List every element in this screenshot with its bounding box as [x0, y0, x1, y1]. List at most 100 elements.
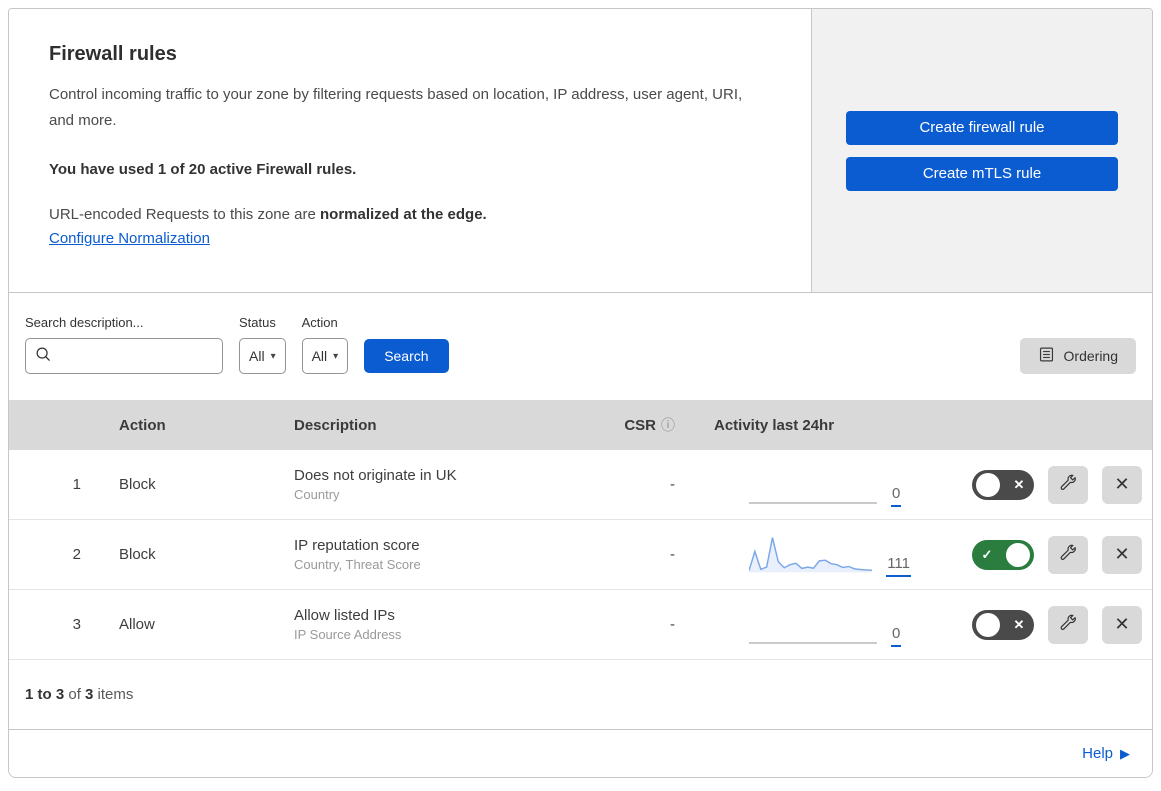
create-mtls-rule-button[interactable]: Create mTLS rule	[846, 156, 1118, 191]
of-text: of	[64, 686, 86, 703]
filter-bar: Search description... Status All ▾ Actio…	[9, 293, 1152, 400]
rule-description-cell: IP reputation score Country, Threat Scor…	[269, 537, 589, 572]
rule-csr: -	[670, 476, 675, 493]
rule-activity-cell: 0	[681, 463, 911, 507]
toggle-check-icon: ✓	[981, 546, 993, 562]
rules-table: Action Description CSR ⓘ Activity last 2…	[9, 400, 1152, 729]
edit-rule-button[interactable]	[1048, 465, 1088, 504]
action-dropdown[interactable]: All ▾	[301, 338, 349, 374]
rule-priority: 2	[72, 546, 81, 563]
ordering-list-icon	[1038, 346, 1055, 366]
activity-count-link[interactable]: 0	[891, 625, 902, 647]
configure-normalization-link[interactable]: Configure Normalization	[49, 230, 210, 247]
total-text: 3	[85, 686, 94, 703]
rule-action: Block	[119, 476, 156, 493]
toggle-x-icon: ✕	[1013, 616, 1025, 632]
col-action: Action	[119, 416, 166, 434]
csr-header-label: CSR	[624, 416, 656, 434]
rule-description: Does not originate in UK	[294, 467, 457, 484]
table-header: Action Description CSR ⓘ Activity last 2…	[9, 400, 1152, 450]
rule-priority: 3	[72, 616, 81, 633]
actions-panel: Create firewall rule Create mTLS rule	[812, 9, 1152, 292]
search-icon	[34, 345, 52, 368]
activity-sparkline	[749, 641, 877, 644]
hero-section: Firewall rules Control incoming traffic …	[9, 9, 1152, 293]
close-icon: ✕	[1114, 474, 1130, 494]
status-dropdown[interactable]: All ▾	[239, 338, 286, 374]
close-icon: ✕	[1114, 614, 1130, 634]
close-icon: ✕	[1114, 544, 1130, 564]
rule-activity-cell: 0	[681, 603, 911, 647]
rule-action: Allow	[119, 616, 155, 633]
rule-controls: ✓ ✕	[911, 535, 1152, 574]
rule-csr: -	[670, 546, 675, 563]
chevron-down-icon: ▾	[333, 350, 339, 362]
toggle-knob	[976, 472, 1000, 497]
action-label: Action	[301, 315, 338, 330]
help-bar: Help ▶	[9, 729, 1152, 777]
create-firewall-rule-button[interactable]: Create firewall rule	[846, 110, 1118, 145]
table-row: 1 Block Does not originate in UK Country…	[9, 450, 1152, 520]
rule-enabled-toggle[interactable]: ✕	[972, 609, 1034, 640]
page-description: Control incoming traffic to your zone by…	[49, 86, 743, 130]
help-arrow-icon: ▶	[1120, 745, 1130, 761]
wrench-icon	[1059, 613, 1077, 636]
rule-description: IP reputation score	[294, 537, 420, 554]
ordering-label: Ordering	[1063, 348, 1118, 364]
search-box	[25, 338, 223, 374]
delete-rule-button[interactable]: ✕	[1102, 465, 1142, 504]
items-text: items	[93, 686, 134, 703]
status-filter-group: Status All ▾	[239, 315, 286, 374]
delete-rule-button[interactable]: ✕	[1102, 535, 1142, 574]
search-label: Search description...	[25, 315, 144, 330]
rule-criteria: IP Source Address	[294, 627, 402, 642]
ordering-button[interactable]: Ordering	[1019, 338, 1136, 374]
delete-rule-button[interactable]: ✕	[1102, 605, 1142, 644]
rule-criteria: Country, Threat Score	[294, 557, 421, 572]
rule-description-cell: Allow listed IPs IP Source Address	[269, 607, 589, 642]
toggle-x-icon: ✕	[1013, 476, 1025, 492]
info-icon: ⓘ	[661, 417, 675, 433]
rule-enabled-toggle[interactable]: ✓	[972, 539, 1034, 570]
usage-summary: You have used 1 of 20 active Firewall ru…	[49, 160, 357, 178]
rule-priority: 1	[72, 476, 81, 493]
activity-count-link[interactable]: 111	[886, 555, 911, 577]
edit-rule-button[interactable]	[1048, 605, 1088, 644]
edit-rule-button[interactable]	[1048, 535, 1088, 574]
help-link[interactable]: Help	[1082, 745, 1113, 762]
status-value: All	[249, 348, 265, 364]
activity-sparkline	[749, 501, 877, 504]
table-row: 2 Block IP reputation score Country, Thr…	[9, 520, 1152, 590]
page-title: Firewall rules	[49, 43, 177, 65]
rule-action: Block	[119, 546, 156, 563]
search-input[interactable]	[52, 348, 214, 364]
action-value: All	[311, 348, 328, 364]
col-activity: Activity last 24hr	[714, 416, 835, 434]
chevron-down-icon: ▾	[270, 350, 276, 362]
range-text: 1 to 3	[25, 686, 65, 703]
activity-sparkline	[749, 537, 873, 572]
table-row: 3 Allow Allow listed IPs IP Source Addre…	[9, 590, 1152, 660]
toggle-knob	[976, 612, 1000, 637]
rule-enabled-toggle[interactable]: ✕	[972, 469, 1034, 500]
search-group: Search description...	[25, 315, 223, 374]
wrench-icon	[1059, 543, 1077, 566]
toggle-knob	[1006, 542, 1030, 567]
wrench-icon	[1059, 473, 1077, 496]
rule-csr: -	[670, 616, 675, 633]
firewall-rules-page: Firewall rules Control incoming traffic …	[8, 8, 1153, 778]
action-filter-group: Action All ▾	[301, 315, 349, 374]
rule-description: Allow listed IPs	[294, 607, 395, 624]
normalization-note: URL-encoded Requests to this zone are no…	[49, 206, 771, 223]
search-button[interactable]: Search	[364, 339, 449, 373]
rule-criteria: Country	[294, 487, 340, 502]
hero-text: Firewall rules Control incoming traffic …	[9, 9, 812, 292]
rule-activity-cell: 111	[681, 533, 911, 577]
pagination-summary: 1 to 3 of 3 items	[9, 660, 1152, 729]
rule-description-cell: Does not originate in UK Country	[269, 467, 589, 502]
rule-controls: ✕ ✕	[911, 465, 1152, 504]
activity-count-link[interactable]: 0	[891, 485, 902, 507]
normalization-bold: normalized at the edge.	[320, 205, 487, 223]
rule-controls: ✕ ✕	[911, 605, 1152, 644]
status-label: Status	[239, 315, 276, 330]
